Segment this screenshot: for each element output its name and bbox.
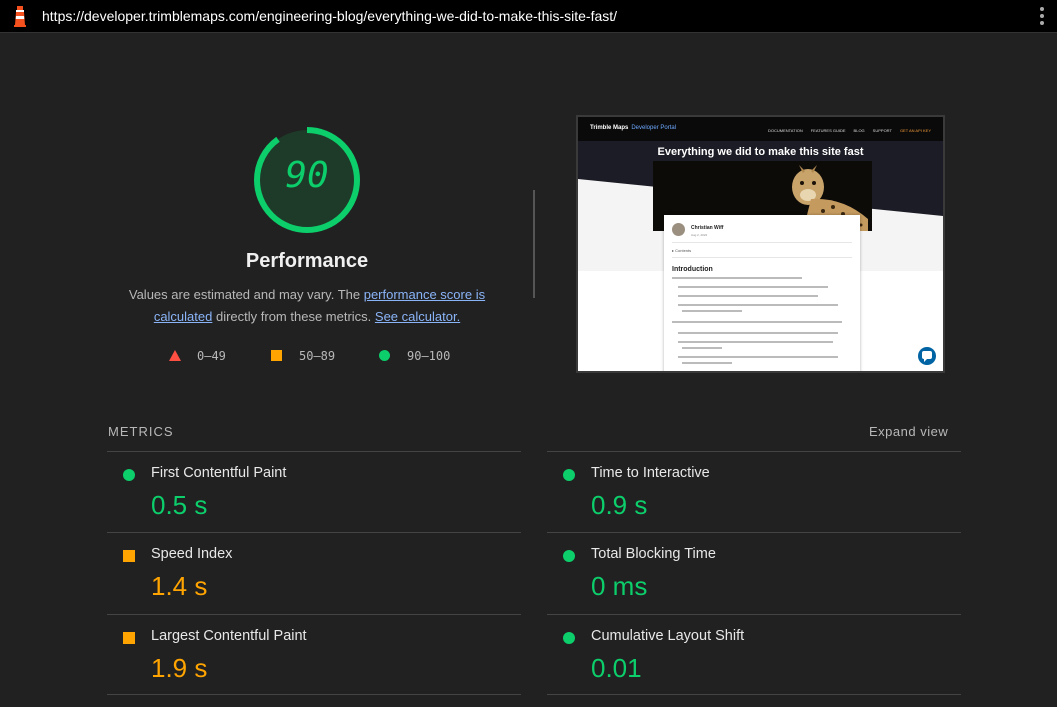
metric-name: First Contentful Paint (151, 465, 287, 481)
divider (107, 532, 521, 533)
author-name: Christian Wiff (691, 225, 724, 231)
thumbnail-article-card: Christian Wiff Aug 2, 2022 ▸ Contents In… (664, 215, 860, 371)
metric-speed-index: Speed Index 1.4 s (107, 541, 521, 621)
thumbnail-navbar: Trimble Maps Developer Portal DOCUMENTATI… (578, 117, 943, 141)
metric-name: Total Blocking Time (591, 546, 716, 562)
metric-value: 0 ms (591, 571, 648, 601)
metric-largest-contentful-paint: Largest Contentful Paint 1.9 s (107, 623, 521, 703)
final-screenshot: Trimble Maps Developer Portal DOCUMENTATI… (576, 115, 945, 373)
address-bar: https://developer.trimblemaps.com/engine… (0, 0, 1057, 33)
metric-name: Cumulative Layout Shift (591, 628, 745, 644)
triangle-icon (169, 350, 181, 361)
thumbnail-nav-links: DOCUMENTATION FEATURES GUIDE BLOG SUPPORT GE… (767, 128, 931, 133)
intro-heading: Introduction (672, 266, 713, 273)
contents-toggle: ▸ Contents (672, 248, 692, 253)
url-text[interactable]: https://developer.trimblemaps.com/engine… (42, 8, 617, 24)
metric-name: Time to Interactive (591, 465, 710, 481)
see-calculator-link[interactable]: See calculator. (375, 309, 460, 324)
vertical-divider (533, 190, 535, 298)
metric-total-blocking-time: Total Blocking Time 0 ms (547, 541, 961, 621)
category-title: Performance (245, 250, 369, 272)
metric-value: 0.01 (591, 653, 642, 683)
pass-icon (563, 632, 575, 644)
trimble-logo: Trimble Maps Developer Portal (590, 125, 677, 131)
pass-icon (563, 550, 575, 562)
divider (547, 451, 961, 452)
metric-value: 1.9 s (151, 653, 208, 683)
metric-first-contentful-paint: First Contentful Paint 0.5 s (107, 460, 521, 540)
circle-icon (379, 350, 390, 361)
divider (107, 614, 521, 615)
thumbnail-hero-title: Everything we did to make this site fast (657, 146, 864, 158)
score-value: 90 (285, 155, 329, 196)
author-avatar (672, 223, 685, 236)
metric-value: 0.9 s (591, 490, 648, 520)
metric-time-to-interactive: Time to Interactive 0.9 s (547, 460, 961, 540)
metric-name: Speed Index (151, 546, 233, 562)
pass-icon (123, 469, 135, 481)
metric-value: 1.4 s (151, 571, 208, 601)
average-icon (123, 550, 135, 562)
metric-value: 0.5 s (151, 490, 208, 520)
chat-icon (918, 347, 936, 365)
metrics-heading: METRICS (108, 424, 174, 439)
score-description: Values are estimated and may vary. The p… (128, 287, 486, 324)
divider (547, 614, 961, 615)
metric-cumulative-layout-shift: Cumulative Layout Shift 0.01 (547, 623, 961, 703)
square-icon (271, 350, 282, 361)
divider (547, 532, 961, 533)
lighthouse-icon (14, 6, 26, 27)
pass-icon (563, 469, 575, 481)
average-icon (123, 632, 135, 644)
expand-view-button[interactable]: Expand view (869, 424, 948, 439)
more-menu-icon[interactable] (1039, 7, 1045, 27)
metric-name: Largest Contentful Paint (151, 628, 307, 644)
post-date: Aug 2, 2022 (691, 233, 708, 237)
divider (107, 694, 521, 695)
divider (107, 451, 521, 452)
divider (547, 694, 961, 695)
